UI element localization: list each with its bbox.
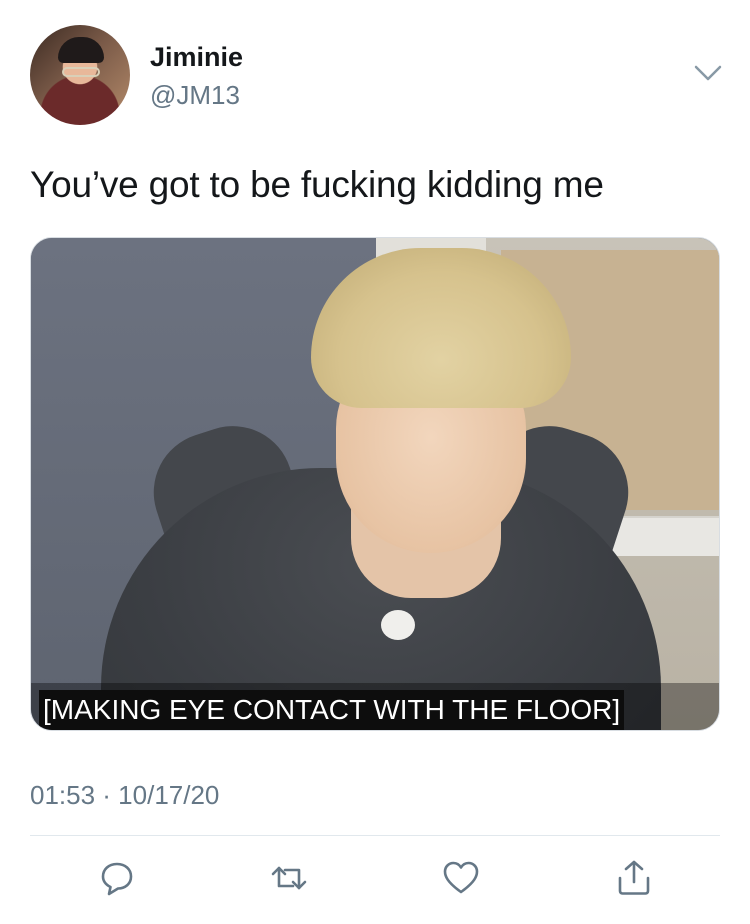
avatar-hair: [58, 37, 104, 63]
tweet-media-image[interactable]: [MAKING EYE CONTACT WITH THE FLOOR]: [30, 237, 720, 731]
chevron-down-icon[interactable]: [693, 63, 723, 83]
reply-icon: [101, 862, 133, 896]
user-handle[interactable]: @JM13: [150, 80, 240, 111]
avatar[interactable]: [30, 25, 130, 125]
lapel-mic: [381, 610, 415, 640]
like-button[interactable]: [439, 856, 483, 900]
avatar-glasses: [62, 67, 100, 77]
tweet-text: You’ve got to be fucking kidding me: [30, 164, 604, 205]
tweet-timestamp[interactable]: 01:53 · 10/17/20: [30, 780, 219, 811]
reply-button[interactable]: [95, 856, 139, 900]
retweet-icon: [271, 866, 307, 890]
share-button[interactable]: [612, 856, 656, 900]
divider: [30, 835, 720, 836]
media-caption: [MAKING EYE CONTACT WITH THE FLOOR]: [39, 690, 625, 730]
retweet-button[interactable]: [267, 856, 311, 900]
share-icon: [618, 860, 650, 895]
display-name[interactable]: Jiminie: [150, 42, 243, 73]
like-icon: [443, 861, 479, 894]
